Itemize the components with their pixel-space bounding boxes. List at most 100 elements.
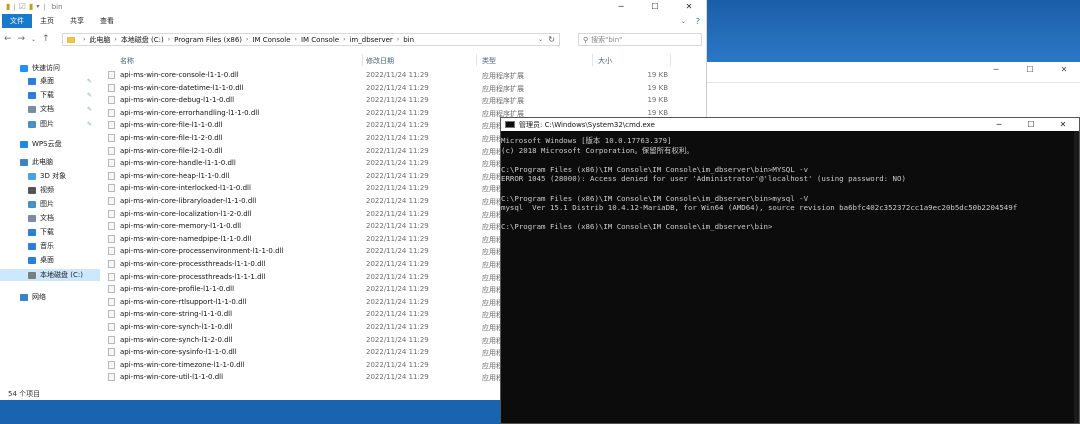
column-divider[interactable]	[670, 54, 671, 66]
refresh-icon[interactable]: ↻	[548, 35, 555, 44]
back-arrow-icon[interactable]: ←	[4, 34, 12, 44]
sidebar-item-label: 下载	[40, 228, 54, 236]
recent-dropdown-icon[interactable]: ⌄	[31, 34, 36, 44]
tab-share[interactable]: 共享	[62, 14, 92, 28]
column-header-date[interactable]: 修改日期	[366, 56, 394, 66]
column-divider[interactable]	[362, 54, 363, 66]
console-line: mysql Ver 15.1 Distrib 10.4.12-MariaDB, …	[501, 203, 1018, 213]
close-button[interactable]: ✕	[1047, 118, 1079, 131]
file-name: api-ms-win-core-rtlsupport-l1-1-0.dll	[120, 297, 247, 306]
table-row[interactable]: api-ms-win-core-console-l1-1-0.dll 2022/1…	[104, 69, 694, 82]
sidebar-item-label: 下载	[40, 91, 54, 99]
properties-icon[interactable]: ☑	[19, 2, 26, 11]
file-date: 2022/11/24 11:29	[366, 96, 429, 105]
sidebar-item-label: 文档	[40, 214, 54, 222]
chevron-right-icon[interactable]: ›	[295, 36, 297, 43]
document-icon	[28, 105, 36, 113]
minimize-button[interactable]: ─	[979, 62, 1013, 78]
console-line: C:\Program Files (x86)\IM Console\IM Con…	[501, 193, 809, 203]
file-name: api-ms-win-core-synch-l1-2-0.dll	[120, 335, 233, 344]
minimize-button[interactable]: ─	[983, 118, 1015, 131]
tab-view[interactable]: 查看	[92, 14, 122, 28]
column-header-name[interactable]: 名称	[120, 56, 134, 66]
breadcrumb-im-console[interactable]: IM Console	[252, 36, 290, 44]
breadcrumb-im-dbserver[interactable]: im_dbserver	[349, 36, 392, 44]
sidebar-item-label: 桌面	[40, 77, 54, 85]
tab-home[interactable]: 主页	[32, 14, 62, 28]
close-button[interactable]: ✕	[672, 0, 706, 13]
console-output[interactable]: Microsoft Windows [版本 10.0.17763.379] (c)…	[501, 136, 1079, 232]
sidebar-item[interactable]: 下载 ✎	[0, 89, 100, 101]
sidebar-item-label: 桌面	[40, 256, 54, 264]
column-divider[interactable]	[476, 54, 477, 66]
chevron-right-icon[interactable]: ›	[397, 36, 399, 43]
address-dropdown-icon[interactable]: ⌄	[538, 36, 543, 43]
sidebar-item[interactable]: 快速访问	[0, 62, 100, 74]
maximize-button[interactable]: ☐	[1013, 62, 1047, 78]
column-divider[interactable]	[592, 54, 593, 66]
folder-icon	[67, 36, 75, 43]
dll-file-icon	[108, 297, 115, 306]
nav-buttons: ← → ⌄ ↑	[4, 34, 50, 44]
dll-file-icon	[108, 171, 115, 180]
breadcrumb-bin[interactable]: bin	[403, 36, 414, 44]
file-date: 2022/11/24 11:29	[366, 247, 429, 256]
sidebar-item[interactable]: 桌面	[0, 254, 100, 266]
scrollbar[interactable]	[1074, 131, 1079, 423]
sidebar-item[interactable]: 3D 对象	[0, 170, 100, 182]
minimize-button[interactable]: ─	[604, 0, 638, 13]
file-date: 2022/11/24 11:29	[366, 184, 429, 193]
chevron-right-icon[interactable]: ›	[83, 36, 85, 43]
breadcrumb-im-console-2[interactable]: IM Console	[301, 36, 339, 44]
dll-file-icon	[108, 222, 115, 231]
background-window[interactable]: ─ ☐ ✕	[706, 62, 1080, 117]
video-icon	[28, 186, 36, 194]
tab-file[interactable]: 文件	[2, 14, 32, 28]
sidebar-item[interactable]: 网络	[0, 291, 100, 303]
table-row[interactable]: api-ms-win-core-datetime-l1-1-0.dll 2022/…	[104, 82, 694, 95]
breadcrumb-program-files[interactable]: Program Files (x86)	[174, 36, 242, 44]
forward-arrow-icon[interactable]: →	[18, 34, 26, 44]
new-folder-icon[interactable]: ▮	[29, 2, 33, 11]
sidebar-item[interactable]: 图片	[0, 198, 100, 210]
up-arrow-icon[interactable]: ↑	[42, 34, 50, 44]
sidebar-item[interactable]: 文档	[0, 212, 100, 224]
sidebar-item-label: 3D 对象	[40, 172, 67, 180]
search-input[interactable]: ⚲ 搜索"bin"	[578, 33, 702, 46]
close-button[interactable]: ✕	[1047, 62, 1080, 78]
breadcrumb-this-pc[interactable]: 此电脑	[89, 35, 110, 45]
table-row[interactable]: api-ms-win-core-debug-l1-1-0.dll 2022/11/…	[104, 94, 694, 107]
command-prompt-window[interactable]: 管理员: C:\Windows\System32\cmd.exe ─ ☐ ✕ M…	[500, 117, 1080, 424]
sidebar-item[interactable]: 本地磁盘 (C:)	[0, 269, 100, 281]
network-icon	[20, 293, 28, 301]
sidebar-item[interactable]: 视频	[0, 184, 100, 196]
help-icon[interactable]: ?	[696, 17, 700, 26]
explorer-titlebar: ▮ | ☑ ▮ ▾ | bin ─ ☐ ✕	[0, 0, 706, 13]
customize-qa-icon[interactable]: ▾	[36, 3, 39, 10]
sidebar-item[interactable]: 此电脑	[0, 156, 100, 168]
file-name: api-ms-win-core-processthreads-l1-1-0.dl…	[120, 260, 266, 268]
breadcrumb-local-disk[interactable]: 本地磁盘 (C:)	[121, 35, 164, 45]
maximize-button[interactable]: ☐	[1015, 118, 1047, 131]
chevron-right-icon[interactable]: ›	[246, 36, 248, 43]
file-date: 2022/11/24 11:29	[366, 222, 429, 231]
sidebar-item[interactable]: 音乐	[0, 240, 100, 252]
console-line: C:\Program Files (x86)\IM Console\IM Con…	[501, 164, 809, 174]
sidebar-item[interactable]: WPS云盘	[0, 138, 100, 150]
sidebar-item[interactable]: 图片 ✎	[0, 118, 100, 130]
dll-file-icon	[108, 108, 115, 117]
chevron-right-icon[interactable]: ›	[343, 36, 345, 43]
address-bar[interactable]: › 此电脑 › 本地磁盘 (C:) › Program Files (x86) …	[62, 33, 560, 46]
chevron-right-icon[interactable]: ›	[168, 36, 170, 43]
column-header-size[interactable]: 大小	[598, 56, 612, 66]
sidebar-item[interactable]: 文档 ✎	[0, 103, 100, 115]
sidebar-item[interactable]: 下载	[0, 226, 100, 238]
file-name: api-ms-win-core-timezone-l1-1-0.dll	[120, 360, 245, 369]
chevron-right-icon[interactable]: ›	[114, 36, 116, 43]
expand-ribbon-icon[interactable]: ⌄	[681, 18, 686, 25]
maximize-button[interactable]: ☐	[638, 0, 672, 13]
sidebar-item[interactable]: 桌面 ✎	[0, 75, 100, 87]
desktop-background	[706, 0, 1080, 62]
column-header-type[interactable]: 类型	[482, 56, 496, 66]
